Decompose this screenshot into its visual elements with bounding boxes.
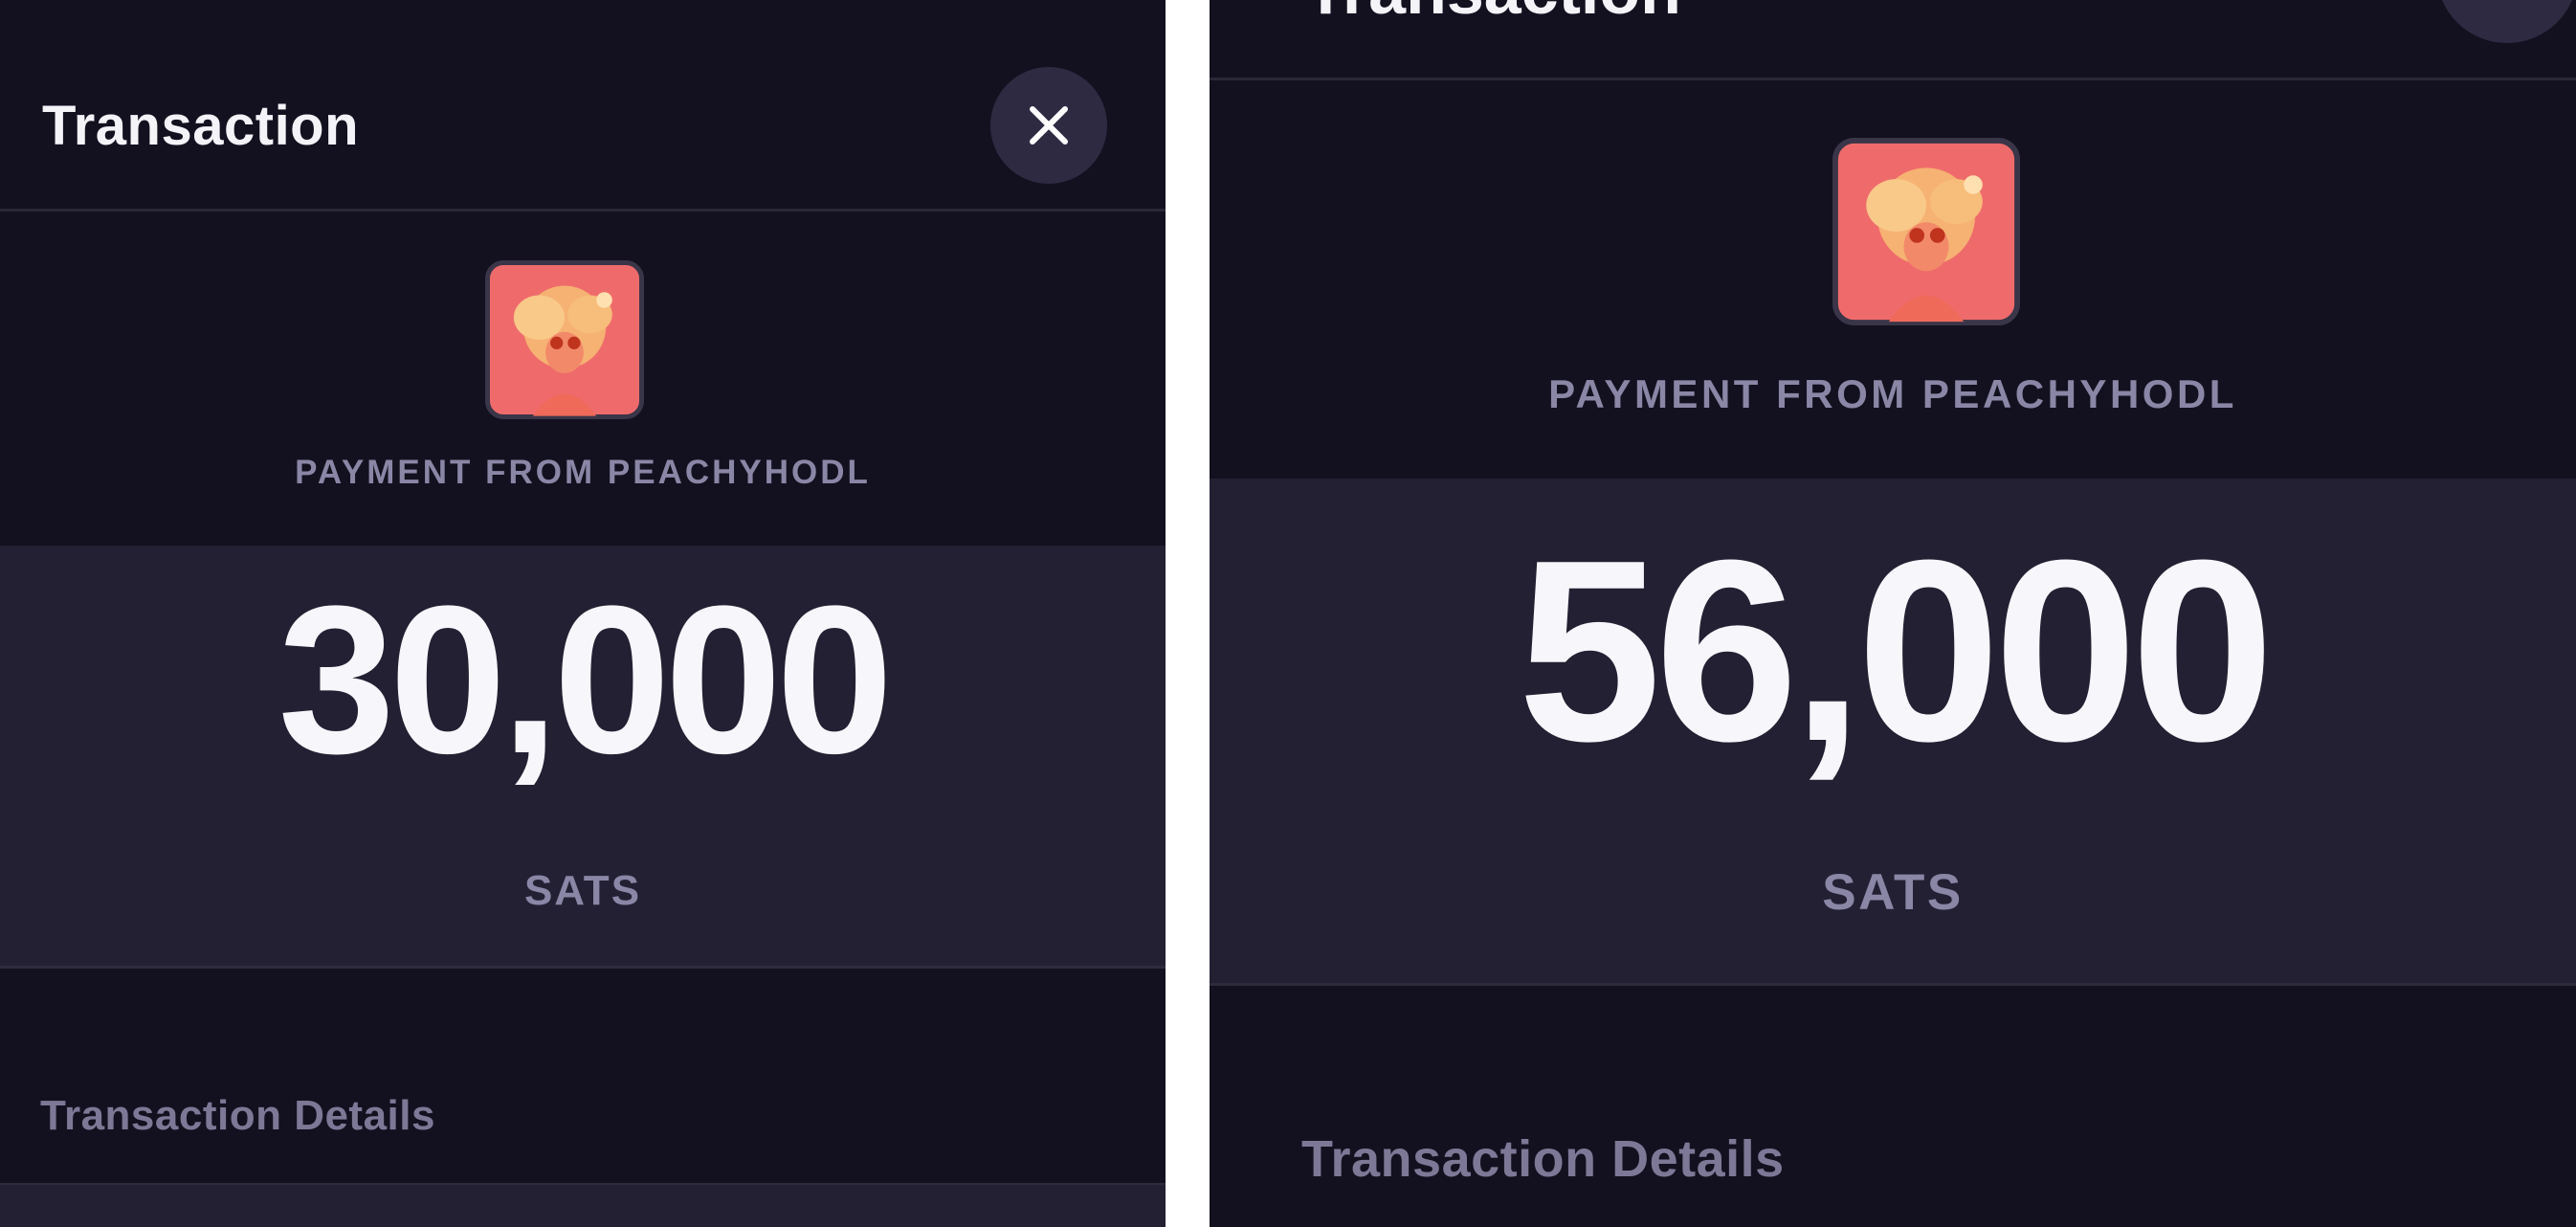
peach-avatar-icon bbox=[1832, 138, 2020, 325]
payment-from-label: PAYMENT FROM PEACHYHODL bbox=[295, 454, 871, 491]
transaction-screen-2: Transaction PAYMENT FROM PEACHYHODL 5 bbox=[1210, 0, 2576, 1227]
amount-value: 30,000 bbox=[278, 562, 894, 797]
amount-unit: SATS bbox=[523, 867, 642, 914]
page-title: Transaction bbox=[42, 95, 360, 157]
close-button[interactable] bbox=[990, 67, 1107, 184]
close-button[interactable] bbox=[2436, 0, 2576, 43]
close-icon bbox=[2436, 0, 2576, 43]
modal-header: Transaction bbox=[0, 0, 1166, 212]
screenshot-stage: Transaction PAYMENT FROM PEACHYHODL 30,0… bbox=[0, 0, 2576, 1227]
transaction-screen-1: Transaction PAYMENT FROM PEACHYHODL 30,0… bbox=[0, 0, 1166, 1227]
peach-avatar-icon bbox=[485, 260, 644, 419]
sender-avatar bbox=[1832, 138, 2020, 325]
close-icon bbox=[1030, 106, 1068, 145]
sender-avatar bbox=[485, 260, 644, 419]
amount-value: 56,000 bbox=[1518, 507, 2275, 795]
amount-unit: SATS bbox=[1822, 864, 1964, 921]
transaction-details-heading: Transaction Details bbox=[40, 1092, 435, 1139]
payment-from-label: PAYMENT FROM PEACHYHODL bbox=[1548, 371, 2237, 416]
transaction-details-heading: Transaction Details bbox=[1301, 1130, 1785, 1188]
details-list-top bbox=[0, 1183, 1166, 1227]
page-title: Transaction bbox=[1305, 0, 1681, 29]
